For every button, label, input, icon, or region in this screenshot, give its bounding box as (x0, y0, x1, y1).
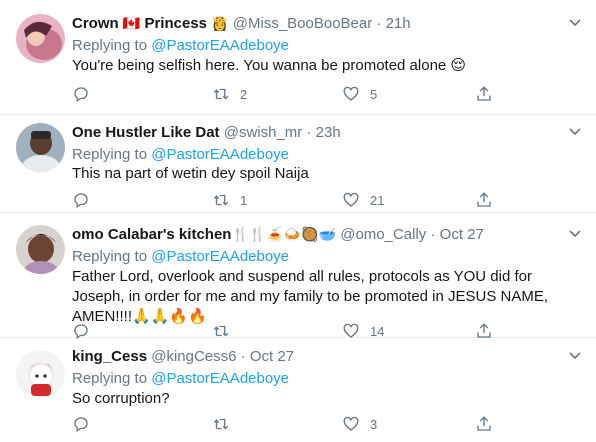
display-name[interactable]: king_Cess (72, 348, 147, 365)
tweet[interactable]: king_Cess @kingCess6 · Oct 27 Replying t… (0, 338, 596, 442)
like-button[interactable]: 21 (342, 190, 384, 210)
separator-dot: · (306, 124, 312, 141)
display-name[interactable]: One Hustler Like Dat (72, 124, 220, 141)
retweet-button[interactable]: 1 (212, 190, 247, 210)
mention-link[interactable]: @PastorEAAdeboye (151, 146, 289, 163)
tweet-header: omo Calabar's kitchen🍴🍴🍝🍛🥘🥣 @omo_Cally ·… (72, 225, 484, 245)
heart-icon (343, 192, 359, 207)
timestamp[interactable]: Oct 27 (250, 348, 294, 365)
chevron-down-icon[interactable] (568, 18, 582, 28)
timestamp[interactable]: 23h (316, 124, 341, 141)
tweet-actions: 1 21 (72, 190, 584, 210)
share-icon (477, 192, 491, 207)
separator-dot: · (240, 348, 246, 365)
user-handle[interactable]: @kingCess6 (151, 348, 236, 365)
tweet-header: king_Cess @kingCess6 · Oct 27 (72, 347, 294, 367)
chevron-down-icon[interactable] (568, 229, 582, 239)
like-count: 21 (370, 192, 385, 208)
retweet-icon (213, 88, 229, 100)
tweet-text: You're being selfish here. You wanna be … (72, 57, 467, 74)
tweet-actions: 2 5 (72, 84, 584, 104)
display-name-suffix[interactable]: Princess (144, 15, 207, 32)
avatar[interactable] (16, 14, 65, 63)
reply-button[interactable] (72, 190, 100, 210)
replying-to-label: Replying to (72, 248, 148, 265)
share-icon (477, 86, 491, 101)
tweet[interactable]: omo Calabar's kitchen🍴🍴🍝🍛🥘🥣 @omo_Cally ·… (0, 213, 596, 340)
tweet-text: This na part of wetin dey spoil Naija (72, 165, 309, 182)
like-button[interactable]: 3 (342, 414, 377, 434)
user-handle[interactable]: @omo_Cally (340, 226, 426, 243)
retweet-button[interactable] (212, 414, 240, 434)
display-name[interactable]: omo Calabar's kitchen (72, 226, 231, 243)
share-button[interactable] (475, 190, 493, 210)
avatar[interactable] (16, 350, 65, 399)
retweet-button[interactable]: 2 (212, 84, 247, 104)
flag-emoji: 🇨🇦 (122, 16, 141, 32)
retweet-count: 1 (240, 192, 248, 208)
retweet-icon (213, 194, 229, 206)
retweet-icon (213, 418, 229, 430)
share-icon (477, 416, 491, 431)
tweet-text: So corruption? (72, 390, 170, 407)
heart-icon (343, 416, 359, 431)
avatar[interactable] (16, 123, 65, 172)
timestamp[interactable]: 21h (386, 15, 411, 32)
reply-icon (74, 417, 88, 433)
share-button[interactable] (475, 84, 493, 104)
reply-icon (74, 193, 88, 209)
replying-to: Replying to @PastorEAAdeboye (72, 247, 289, 267)
retweet-count: 2 (240, 86, 248, 102)
tweet-header: One Hustler Like Dat @swish_mr · 23h (72, 123, 341, 143)
user-handle[interactable]: @Miss_BooBooBear (233, 15, 372, 32)
chevron-down-icon[interactable] (568, 127, 582, 137)
timestamp[interactable]: Oct 27 (440, 226, 484, 243)
like-count: 5 (370, 86, 378, 102)
tweet-text: Father Lord, overlook and suspend all ru… (72, 268, 549, 325)
replying-to-label: Replying to (72, 37, 148, 54)
user-handle[interactable]: @swish_mr (224, 124, 303, 141)
mention-link[interactable]: @PastorEAAdeboye (151, 370, 289, 387)
reply-button[interactable] (72, 84, 100, 104)
replying-to: Replying to @PastorEAAdeboye (72, 369, 289, 389)
tweet-header: Crown 🇨🇦 Princess 👸 @Miss_BooBooBear · 2… (72, 14, 411, 34)
reply-icon (74, 87, 88, 103)
tweet-actions: 3 (72, 414, 584, 434)
display-name[interactable]: Crown (72, 15, 119, 32)
like-button[interactable]: 5 (342, 84, 377, 104)
chevron-down-icon[interactable] (568, 351, 582, 361)
reply-button[interactable] (72, 414, 100, 434)
replying-to: Replying to @PastorEAAdeboye (72, 36, 289, 56)
mention-link[interactable]: @PastorEAAdeboye (151, 248, 289, 265)
share-button[interactable] (475, 414, 493, 434)
replying-to-label: Replying to (72, 370, 148, 387)
replying-to: Replying to @PastorEAAdeboye (72, 145, 289, 165)
replying-to-label: Replying to (72, 146, 148, 163)
food-emojis: 🍴🍴🍝🍛🥘🥣 (231, 227, 337, 243)
separator-dot: · (430, 226, 436, 243)
princess-emoji: 👸 (211, 16, 229, 32)
mention-link[interactable]: @PastorEAAdeboye (151, 37, 289, 54)
like-count: 14 (370, 323, 385, 339)
tweet[interactable]: Crown 🇨🇦 Princess 👸 @Miss_BooBooBear · 2… (0, 0, 596, 115)
avatar[interactable] (16, 225, 65, 274)
heart-icon (343, 86, 359, 101)
like-count: 3 (370, 416, 378, 432)
tweet[interactable]: One Hustler Like Dat @swish_mr · 23h Rep… (0, 115, 596, 213)
separator-dot: · (376, 15, 382, 32)
